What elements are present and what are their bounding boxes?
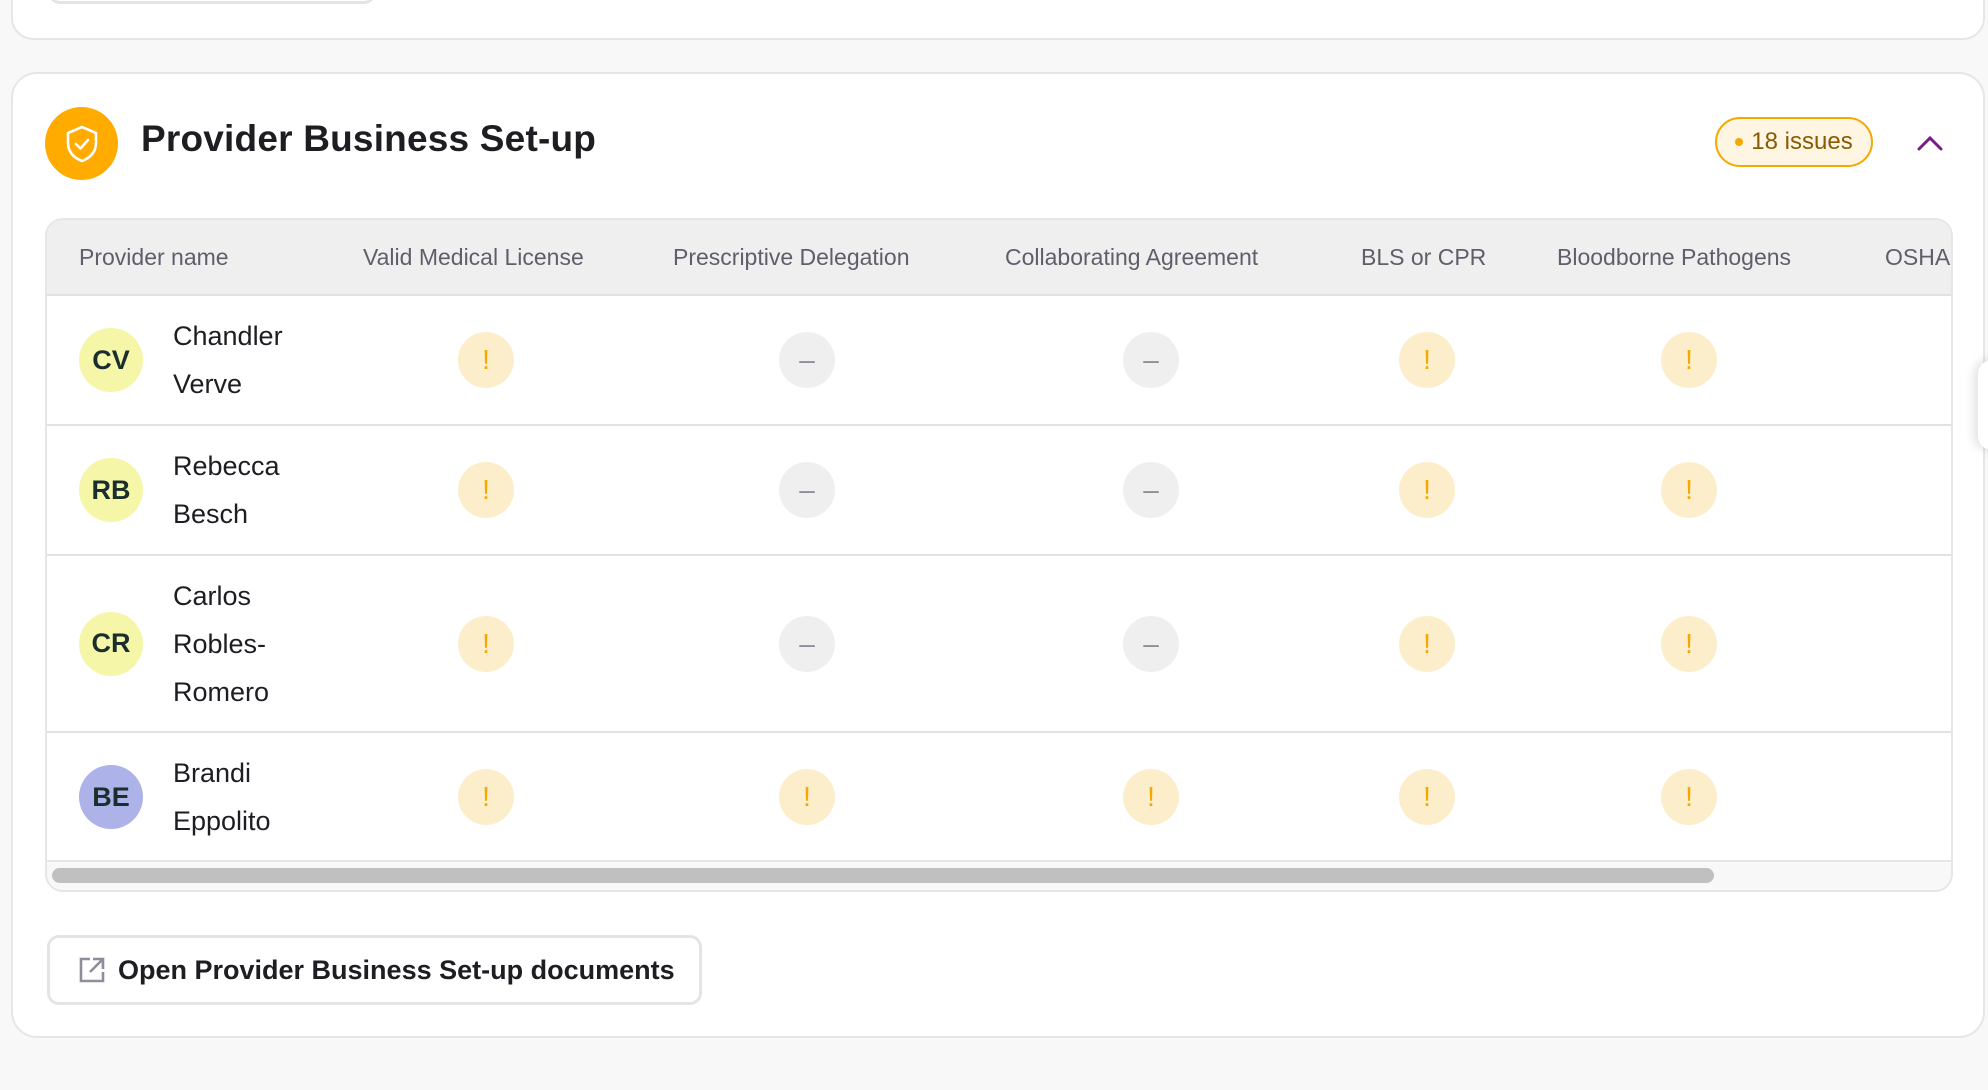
- open-documents-label: Open Provider Business Set-up documents: [118, 954, 675, 985]
- warning-status-icon[interactable]: !: [1399, 332, 1455, 388]
- badge-dot-icon: [1735, 138, 1744, 146]
- warning-status-icon[interactable]: !: [1661, 769, 1717, 825]
- status-cell: –: [641, 295, 973, 425]
- warning-status-icon[interactable]: !: [458, 615, 514, 672]
- warning-status-icon[interactable]: !: [458, 769, 514, 825]
- avatar: RB: [79, 458, 143, 522]
- table-row[interactable]: BE Brandi Eppolito!!!!!: [47, 732, 1951, 862]
- column-header[interactable]: Valid Medical License: [331, 220, 641, 296]
- status-cell: [1853, 555, 1951, 732]
- warning-status-icon[interactable]: !: [458, 462, 514, 518]
- status-cell: –: [973, 555, 1329, 732]
- provider-cell: RB Rebecca Besch: [47, 425, 331, 555]
- collapse-button[interactable]: [1909, 122, 1951, 164]
- provider-cell: CR Carlos Robles-Romero: [47, 555, 331, 732]
- status-cell: !: [1329, 732, 1525, 862]
- status-cell: !: [1525, 732, 1853, 862]
- previous-section-button[interactable]: [48, 0, 376, 4]
- provider-info: RB Rebecca Besch: [79, 442, 299, 538]
- status-cell: –: [641, 555, 973, 732]
- status-cell: –: [973, 295, 1329, 425]
- column-header[interactable]: Prescriptive Delegation: [641, 220, 973, 296]
- open-documents-button[interactable]: Open Provider Business Set-up documents: [47, 935, 702, 1005]
- not-applicable-status-icon[interactable]: –: [1123, 615, 1179, 672]
- table-header-row: Provider name Valid Medical License Pres…: [47, 220, 1951, 296]
- warning-status-icon[interactable]: !: [779, 769, 835, 825]
- issues-badge: 18 issues: [1715, 117, 1873, 167]
- status-cell: –: [641, 425, 973, 555]
- provider-cell: CV Chandler Verve: [47, 295, 331, 425]
- warning-status-icon[interactable]: !: [1399, 462, 1455, 518]
- card-header: Provider Business Set-up 18 issues: [13, 74, 1983, 214]
- column-header[interactable]: Collaborating Agreement: [973, 220, 1329, 296]
- column-header[interactable]: Provider name: [47, 220, 331, 296]
- status-cell: !: [1525, 295, 1853, 425]
- warning-status-icon[interactable]: !: [1661, 615, 1717, 672]
- provider-cell: BE Brandi Eppolito: [47, 732, 331, 862]
- table-scroll-area[interactable]: Provider name Valid Medical License Pres…: [47, 220, 1951, 862]
- status-cell: !: [331, 425, 641, 555]
- not-applicable-status-icon[interactable]: –: [779, 332, 835, 388]
- avatar: BE: [79, 765, 143, 829]
- status-cell: –: [973, 425, 1329, 555]
- table-row[interactable]: RB Rebecca Besch! – –!!: [47, 425, 1951, 555]
- issues-count: 18 issues: [1751, 128, 1853, 155]
- side-panel-edge[interactable]: [1978, 360, 1988, 450]
- table-row[interactable]: CR Carlos Robles-Romero! – –!!: [47, 555, 1951, 732]
- warning-status-icon[interactable]: !: [1661, 332, 1717, 388]
- status-cell: !: [641, 732, 973, 862]
- status-cell: !: [1525, 555, 1853, 732]
- provider-info: CR Carlos Robles-Romero: [79, 572, 299, 716]
- status-cell: !: [1329, 425, 1525, 555]
- warning-status-icon[interactable]: !: [1399, 615, 1455, 672]
- page: Provider Business Set-up 18 issues Provi…: [0, 0, 1988, 1090]
- warning-status-icon[interactable]: !: [1123, 769, 1179, 825]
- table-row[interactable]: CV Chandler Verve! – –!!: [47, 295, 1951, 425]
- provider-business-setup-card: Provider Business Set-up 18 issues Provi…: [11, 72, 1985, 1038]
- provider-name[interactable]: Rebecca Besch: [173, 442, 299, 538]
- status-cell: [1853, 732, 1951, 862]
- shield-check-icon: [45, 107, 118, 180]
- status-cell: !: [331, 295, 641, 425]
- provider-info: CV Chandler Verve: [79, 312, 299, 408]
- not-applicable-status-icon[interactable]: –: [779, 462, 835, 518]
- warning-status-icon[interactable]: !: [1399, 769, 1455, 825]
- provider-name[interactable]: Brandi Eppolito: [173, 749, 299, 845]
- status-cell: !: [973, 732, 1329, 862]
- status-cell: !: [1525, 425, 1853, 555]
- column-header[interactable]: Bloodborne Pathogens: [1525, 220, 1853, 296]
- chevron-up-icon: [1917, 135, 1943, 151]
- status-cell: [1853, 425, 1951, 555]
- status-cell: !: [331, 555, 641, 732]
- status-cell: !: [1329, 295, 1525, 425]
- not-applicable-status-icon[interactable]: –: [1123, 332, 1179, 388]
- not-applicable-status-icon[interactable]: –: [1123, 462, 1179, 518]
- warning-status-icon[interactable]: !: [1661, 462, 1717, 518]
- provider-name[interactable]: Carlos Robles-Romero: [173, 572, 299, 716]
- horizontal-scrollbar[interactable]: [47, 860, 1951, 890]
- column-header[interactable]: BLS or CPR: [1329, 220, 1525, 296]
- scrollbar-thumb[interactable]: [52, 868, 1714, 883]
- warning-status-icon[interactable]: !: [458, 332, 514, 388]
- avatar: CR: [79, 611, 143, 676]
- provider-name[interactable]: Chandler Verve: [173, 312, 299, 408]
- avatar: CV: [79, 328, 143, 392]
- column-header[interactable]: OSHA: [1853, 220, 1951, 296]
- external-link-icon: [79, 957, 105, 983]
- provider-compliance-table: Provider name Valid Medical License Pres…: [45, 218, 1953, 892]
- previous-section-card: [11, 0, 1985, 40]
- not-applicable-status-icon[interactable]: –: [779, 615, 835, 672]
- section-title: Provider Business Set-up: [141, 118, 597, 159]
- provider-info: BE Brandi Eppolito: [79, 749, 299, 845]
- status-cell: !: [331, 732, 641, 862]
- status-cell: !: [1329, 555, 1525, 732]
- status-cell: [1853, 295, 1951, 425]
